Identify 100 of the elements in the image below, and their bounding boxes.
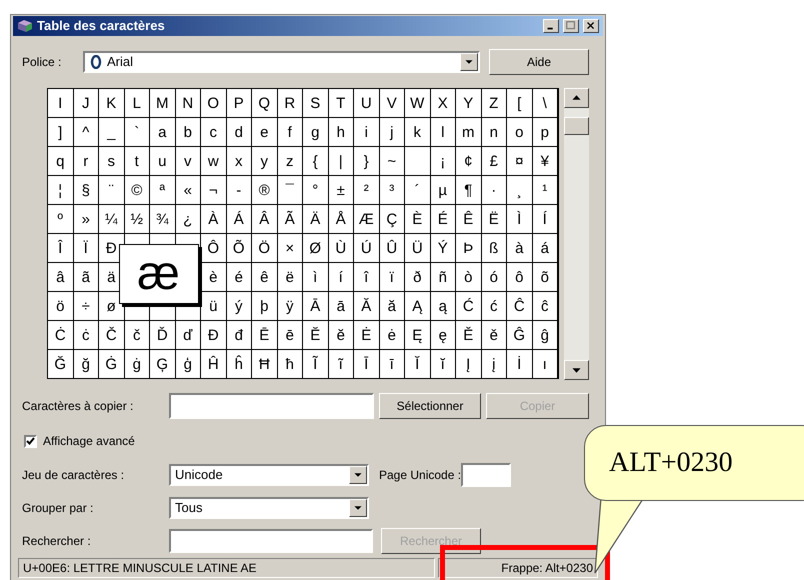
character-cell[interactable]: õ [532,263,557,291]
character-cell[interactable]: ü [201,292,226,320]
group-by-dropdown[interactable]: Tous [169,497,369,519]
character-cell[interactable]: K [99,89,124,117]
character-cell[interactable]: ¡ [430,147,455,175]
character-cell[interactable]: Í [532,205,557,233]
character-cell[interactable]: É [430,205,455,233]
character-cell[interactable]: è [201,263,226,291]
character-cell[interactable]: ì [303,263,328,291]
search-field[interactable] [169,529,373,553]
character-cell[interactable]: ¨ [99,176,124,204]
character-cell[interactable]: R [278,89,302,117]
character-cell[interactable]: h [328,118,353,146]
character-cell[interactable]: ī [380,350,404,378]
character-cell[interactable]: s [99,147,124,175]
character-cell[interactable]: d [226,118,251,146]
character-cell[interactable]: ã [74,263,98,291]
character-cell[interactable]: Å [328,205,353,233]
character-cell[interactable]: Ã [278,205,302,233]
character-cell[interactable]: - [226,176,251,204]
character-cell[interactable]: X [430,89,455,117]
character-cell[interactable]: q [48,147,72,175]
character-cell[interactable]: Ī [354,350,378,378]
font-dropdown[interactable]: Arial [83,51,480,73]
character-cell[interactable]: Ü [405,234,430,262]
character-cell[interactable]: a [150,118,174,146]
character-cell[interactable]: Ì [507,205,532,233]
character-cell[interactable]: ¥ [532,147,557,175]
character-cell[interactable]: ¹ [532,176,557,204]
character-cell[interactable]: ¶ [456,176,480,204]
character-cell[interactable]: Ù [328,234,353,262]
character-cell[interactable]: ý [226,292,251,320]
character-cell[interactable]: ö [48,292,72,320]
character-cell[interactable]: Ġ [99,350,124,378]
character-cell[interactable]: ĩ [328,350,353,378]
character-cell[interactable]: Z [482,89,506,117]
character-cell[interactable]: À [201,205,226,233]
character-cell[interactable]: đ [226,321,251,349]
character-cell[interactable]: n [482,118,506,146]
character-cell[interactable]: S [303,89,328,117]
character-cell[interactable]: Ĭ [405,350,430,378]
character-cell[interactable]: į [482,350,506,378]
character-cell[interactable]: ¯ [278,176,302,204]
character-cell[interactable]: í [328,263,353,291]
character-cell[interactable]: µ [430,176,455,204]
character-cell[interactable]: ³ [380,176,404,204]
character-cell[interactable]: ć [482,292,506,320]
character-cell[interactable]: ± [328,176,353,204]
character-cell[interactable]: Ę [405,321,430,349]
character-cell[interactable]: â [48,263,72,291]
character-cell[interactable]: | [328,147,353,175]
character-cell[interactable]: ē [278,321,302,349]
character-cell[interactable]: ó [482,263,506,291]
character-cell[interactable]: U [354,89,378,117]
scrollbar[interactable] [564,88,589,380]
copy-field[interactable] [169,393,374,419]
character-cell[interactable]: z [278,147,302,175]
character-cell[interactable]: ı [532,350,557,378]
character-cell[interactable]: r [74,147,98,175]
character-cell[interactable]: Ā [303,292,328,320]
character-cell[interactable]: ġ [124,350,149,378]
character-cell[interactable]: ě [482,321,506,349]
close-button[interactable] [583,19,599,33]
character-cell[interactable]: ċ [74,321,98,349]
character-cell[interactable]: Â [252,205,276,233]
character-cell[interactable]: Á [226,205,251,233]
character-cell[interactable]: ĥ [226,350,251,378]
character-cell[interactable]: ß [482,234,506,262]
help-button[interactable]: Aide [489,49,589,75]
character-cell[interactable]: L [124,89,149,117]
character-cell[interactable]: ø [99,292,124,320]
character-cell[interactable]: Ğ [48,350,72,378]
character-cell[interactable]: Ö [252,234,276,262]
character-cell[interactable]: ¤ [507,147,532,175]
character-cell[interactable]: £ [482,147,506,175]
character-cell[interactable]: á [532,234,557,262]
character-cell[interactable]: ÿ [278,292,302,320]
character-cell[interactable]: k [405,118,430,146]
character-cell[interactable]: Ø [303,234,328,262]
minimize-button[interactable] [543,19,559,33]
character-cell[interactable]: m [456,118,480,146]
character-cell[interactable]: ę [430,321,455,349]
character-cell[interactable]: ð [405,263,430,291]
character-cell[interactable]: é [226,263,251,291]
character-cell[interactable]: Ē [252,321,276,349]
character-cell[interactable]: Ģ [150,350,174,378]
character-cell[interactable]: ė [380,321,404,349]
character-cell[interactable]: x [226,147,251,175]
character-cell[interactable]: } [354,147,378,175]
character-cell[interactable]: Ĩ [303,350,328,378]
character-cell[interactable]: ¾ [150,205,174,233]
character-cell[interactable]: Y [456,89,480,117]
character-cell[interactable]: Ĕ [303,321,328,349]
character-cell[interactable]: Ė [354,321,378,349]
character-cell[interactable]: Ý [430,234,455,262]
character-cell[interactable]: p [532,118,557,146]
character-cell[interactable]: T [328,89,353,117]
character-cell[interactable]: ¦ [48,176,72,204]
character-cell[interactable]: þ [252,292,276,320]
character-cell[interactable]: Č [99,321,124,349]
